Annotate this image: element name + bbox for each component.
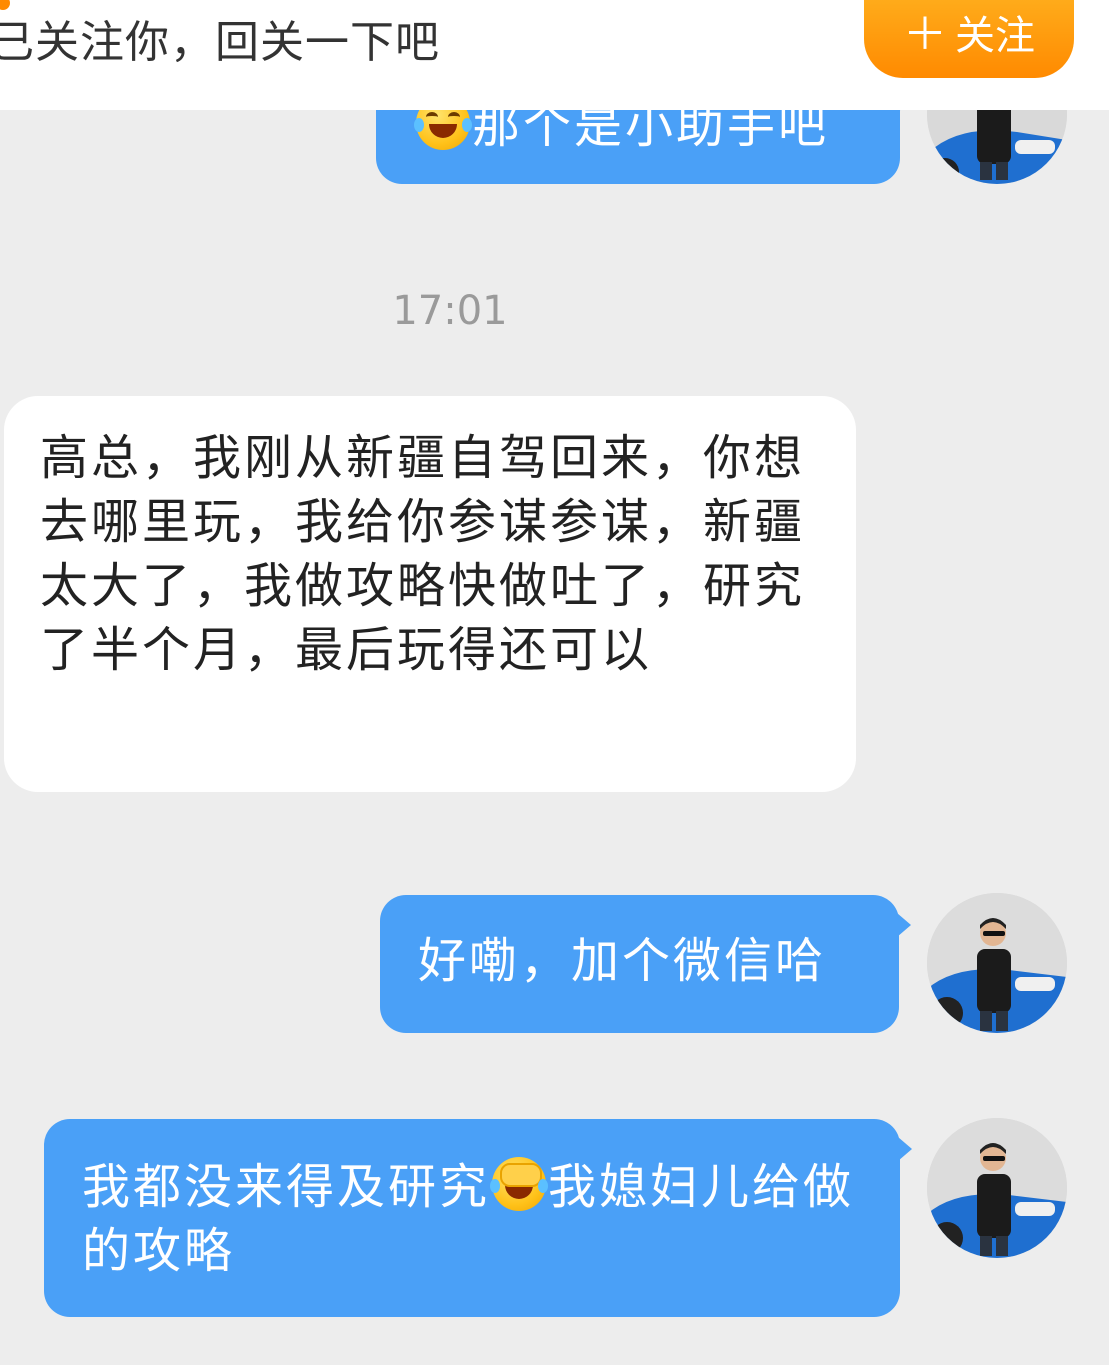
message-text: 高总，我刚从新疆自驾回来，你想去哪里玩，我给你参谋参谋，新疆太大了，我做攻略快做… [40, 430, 806, 678]
facepalm-laugh-emoji-icon [490, 1157, 549, 1211]
avatar-photo-icon [927, 893, 1067, 1033]
message-text: 好嘞，加个微信哈 [418, 933, 827, 989]
message-bubble-me[interactable]: 我都没来得及研究 我媳妇儿给做的攻略 [44, 1119, 912, 1317]
follow-banner: 已关注你，回关一下吧 ＋关注 [0, 0, 1109, 110]
follow-button[interactable]: ＋关注 [864, 0, 1074, 78]
message-bubble-other[interactable]: 高总，我刚从新疆自驾回来，你想去哪里玩，我给你参谋参谋，新疆太大了，我做攻略快做… [4, 396, 856, 792]
follow-prompt-text: 已关注你，回关一下吧 [0, 17, 440, 68]
chat-screen: 那个是小助手吧 已关注你，回关一下吧 ＋关注 17:01 高总，我刚从新疆自驾回… [0, 0, 1109, 1365]
follow-button-label: 关注 [955, 13, 1035, 59]
bubble-tail [897, 913, 911, 937]
message-timestamp: 17:01 [392, 288, 508, 334]
avatar-photo-icon [927, 1118, 1067, 1258]
my-avatar[interactable] [927, 1118, 1067, 1258]
my-avatar[interactable] [927, 893, 1067, 1033]
plus-icon: ＋ [903, 9, 947, 60]
bubble-tail [898, 1137, 912, 1161]
message-bubble-me[interactable]: 好嘞，加个微信哈 [380, 895, 911, 1033]
message-text-before: 我都没来得及研究 [82, 1159, 491, 1215]
